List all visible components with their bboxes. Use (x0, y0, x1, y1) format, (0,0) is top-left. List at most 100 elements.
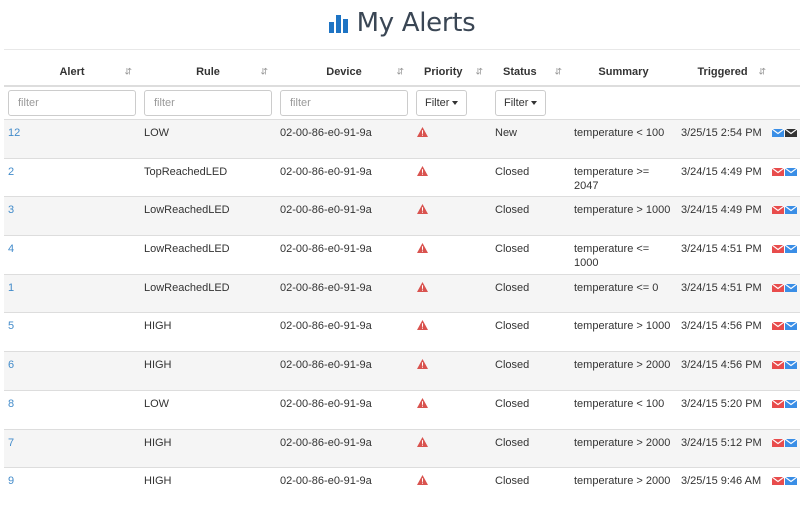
actions-cell (768, 157, 800, 197)
column-header-label: Device (326, 65, 362, 78)
sort-icon[interactable]: ⇵ (758, 66, 766, 77)
mail-blue-icon[interactable] (785, 245, 797, 254)
table-row: 5 HIGH 02-00-86-e0-91-9a Closed temperature … (4, 312, 800, 352)
rule-cell: HIGH (140, 428, 276, 468)
column-header-label: Triggered (697, 65, 748, 78)
sort-icon[interactable]: ⇵ (554, 66, 562, 77)
column-header-summary: Summary (570, 58, 677, 87)
table-row: 12 LOW 02-00-86-e0-91-9a New temperature < 1… (4, 119, 800, 159)
summary-cell: temperature <= 0 (570, 273, 677, 313)
actions-cell (768, 467, 800, 507)
alert-id-cell: 8 (4, 389, 140, 429)
priority-cell (412, 157, 491, 197)
rule-cell: LOW (140, 389, 276, 429)
triggered-cell: 3/24/15 4:56 PM (677, 351, 768, 391)
column-header-rule[interactable]: Rule ⇵ (140, 58, 276, 87)
column-header-actions (768, 58, 800, 87)
device-cell: 02-00-86-e0-91-9a (276, 235, 412, 275)
status-filter-button[interactable]: Filter (495, 90, 547, 116)
mail-red-icon[interactable] (772, 206, 784, 215)
sort-icon[interactable]: ⇵ (124, 66, 132, 77)
mail-blue-icon[interactable] (785, 399, 797, 408)
mail-red-icon[interactable] (772, 361, 784, 370)
mail-red-icon[interactable] (772, 167, 784, 176)
priority-cell (412, 428, 491, 468)
mail-dark-icon[interactable] (785, 129, 797, 137)
device-cell: 02-00-86-e0-91-9a (276, 157, 412, 197)
actions-cell (768, 312, 800, 352)
status-filter-label: Filter (504, 97, 529, 109)
mail-blue-icon[interactable] (772, 129, 784, 137)
alert-link[interactable]: 6 (8, 359, 14, 371)
status-cell: Closed (491, 273, 570, 313)
mail-red-icon[interactable] (772, 399, 784, 408)
alert-link[interactable]: 2 (8, 166, 14, 178)
priority-cell (412, 389, 491, 429)
rule-cell: LowReachedLED (140, 235, 276, 275)
column-header-label: Summary (598, 65, 649, 78)
mail-blue-icon[interactable] (785, 167, 797, 176)
mail-blue-icon[interactable] (785, 322, 797, 331)
rule-filter-input[interactable] (144, 90, 272, 116)
mail-actions (772, 361, 797, 370)
priority-filter-label: Filter (425, 97, 450, 109)
summary-cell: temperature > 2000 (570, 467, 677, 507)
status-cell: Closed (491, 312, 570, 352)
alert-link[interactable]: 12 (8, 127, 20, 139)
mail-red-icon[interactable] (772, 283, 784, 292)
mail-actions (772, 322, 797, 331)
alert-link[interactable]: 1 (8, 282, 14, 294)
mail-blue-icon[interactable] (785, 361, 797, 370)
table-row: 2 TopReachedLED 02-00-86-e0-91-9a Closed tem… (4, 157, 800, 197)
priority-cell (412, 467, 491, 507)
mail-red-icon[interactable] (772, 438, 784, 447)
table-row: 6 HIGH 02-00-86-e0-91-9a Closed temperature … (4, 351, 800, 391)
mail-blue-icon[interactable] (785, 477, 797, 486)
priority-cell (412, 119, 491, 159)
alert-link[interactable]: 4 (8, 243, 14, 255)
warning-icon (417, 204, 428, 215)
warning-icon (417, 165, 428, 176)
header-divider (4, 49, 800, 50)
mail-actions (772, 129, 797, 137)
status-cell: New (491, 119, 570, 159)
status-cell: Closed (491, 467, 570, 507)
device-filter-input[interactable] (280, 90, 408, 116)
mail-blue-icon[interactable] (785, 283, 797, 292)
triggered-cell: 3/25/15 9:46 AM (677, 467, 768, 507)
rule-cell: TopReachedLED (140, 157, 276, 197)
mail-blue-icon[interactable] (785, 438, 797, 447)
sort-icon[interactable]: ⇵ (396, 66, 404, 77)
warning-icon (417, 281, 428, 292)
alert-link[interactable]: 9 (8, 475, 14, 487)
alert-link[interactable]: 5 (8, 320, 14, 332)
sort-icon[interactable]: ⇵ (260, 66, 268, 77)
rule-cell: HIGH (140, 312, 276, 352)
mail-red-icon[interactable] (772, 477, 784, 486)
column-header-priority[interactable]: Priority ⇵ (412, 58, 491, 87)
mail-red-icon[interactable] (772, 322, 784, 331)
priority-filter-button[interactable]: Filter (416, 90, 468, 116)
priority-cell (412, 235, 491, 275)
priority-cell (412, 312, 491, 352)
table-row: 8 LOW 02-00-86-e0-91-9a Closed temperature <… (4, 389, 800, 429)
mail-actions (772, 245, 797, 254)
column-header-status[interactable]: Status ⇵ (491, 58, 570, 87)
alert-filter-input[interactable] (8, 90, 136, 116)
device-cell: 02-00-86-e0-91-9a (276, 428, 412, 468)
status-cell: Closed (491, 196, 570, 236)
table-row: 7 HIGH 02-00-86-e0-91-9a Closed temperature … (4, 428, 800, 468)
warning-icon (417, 320, 428, 331)
column-header-device[interactable]: Device ⇵ (276, 58, 412, 87)
column-header-alert[interactable]: Alert ⇵ (4, 58, 140, 87)
alert-id-cell: 4 (4, 235, 140, 275)
column-header-triggered[interactable]: Triggered ⇵ (677, 58, 768, 87)
mail-red-icon[interactable] (772, 245, 784, 254)
alert-link[interactable]: 3 (8, 204, 14, 216)
alert-link[interactable]: 7 (8, 437, 14, 449)
summary-cell: temperature > 2000 (570, 351, 677, 391)
alert-link[interactable]: 8 (8, 398, 14, 410)
mail-blue-icon[interactable] (785, 206, 797, 215)
sort-icon[interactable]: ⇵ (475, 66, 483, 77)
summary-cell: temperature > 1000 (570, 196, 677, 236)
